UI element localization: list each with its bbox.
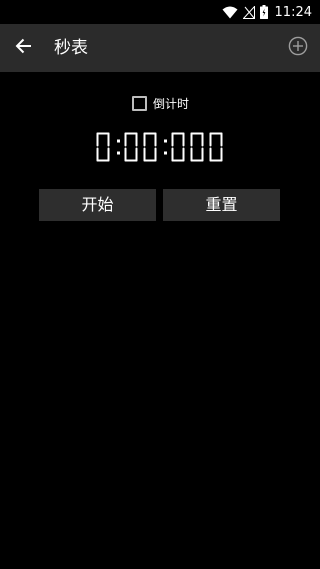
segment (124, 132, 127, 147)
colon-dot (164, 139, 167, 143)
segment (182, 147, 185, 162)
app-bar: 秒表 (0, 24, 320, 72)
countdown-label: 倒计时 (153, 96, 190, 111)
add-circle-icon (288, 36, 308, 60)
segment (154, 132, 157, 147)
segment (190, 147, 193, 162)
reset-button[interactable]: 重置 (163, 189, 280, 221)
digit (209, 132, 223, 162)
segment (190, 132, 193, 147)
digit (143, 132, 157, 162)
segment (171, 147, 174, 162)
start-button[interactable]: 开始 (39, 189, 156, 221)
segment (201, 147, 204, 162)
digit (124, 132, 138, 162)
segment (96, 132, 99, 147)
status-bar: 11:24 (0, 0, 320, 24)
stopwatch-digits (96, 132, 223, 162)
colon-dot (117, 151, 120, 155)
segment (143, 132, 146, 147)
page-title: 秒表 (54, 38, 88, 58)
segment (135, 147, 138, 162)
status-time: 11:24 (274, 4, 312, 20)
wifi-icon (222, 6, 238, 19)
arrow-back-icon (15, 37, 33, 59)
stopwatch-display (0, 126, 320, 170)
signal-icon (242, 5, 255, 19)
segment (124, 147, 127, 162)
segment (135, 132, 138, 147)
digit (171, 132, 185, 162)
segment (154, 147, 157, 162)
digit (96, 132, 110, 162)
colon-dot (117, 139, 120, 143)
colon-dot (164, 151, 167, 155)
segment (209, 147, 212, 162)
add-button[interactable] (286, 36, 310, 60)
segment (171, 132, 174, 147)
back-button[interactable] (12, 36, 36, 60)
segment (96, 147, 99, 162)
segment (220, 147, 223, 162)
countdown-checkbox[interactable] (132, 95, 147, 111)
countdown-toggle[interactable]: 倒计时 (132, 94, 189, 112)
segment (107, 132, 110, 147)
battery-icon (259, 5, 268, 19)
segment (182, 132, 185, 147)
segment (107, 147, 110, 162)
segment (209, 132, 212, 147)
segment (220, 132, 223, 147)
segment (201, 132, 204, 147)
status-icons: 11:24 (222, 0, 312, 24)
segment (143, 147, 146, 162)
digit (190, 132, 204, 162)
